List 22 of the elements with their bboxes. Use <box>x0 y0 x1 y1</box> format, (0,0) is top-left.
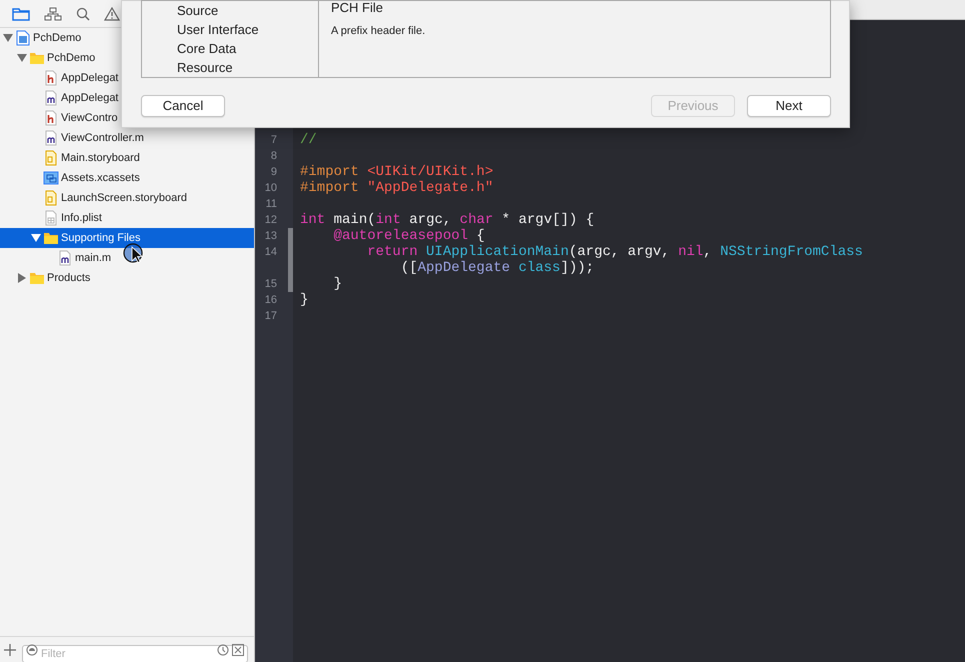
line-number: 8 <box>270 149 277 164</box>
template-description: A prefix header file. <box>331 24 426 39</box>
code-line: int main(int argc, char * argv[]) { <box>300 212 596 228</box>
line-number: 10 <box>264 181 277 196</box>
template-title: PCH File <box>331 1 384 15</box>
line-number: 14 <box>264 245 277 260</box>
code-line: #import <UIKit/UIKit.h> <box>300 164 494 180</box>
line-number: 11 <box>266 197 277 212</box>
line-number: 16 <box>264 293 277 308</box>
code-line: return UIApplicationMain(argc, argv, nil, NSStringFromClass <box>366 244 864 260</box>
line-number: 15 <box>264 277 277 292</box>
code-line: // <box>300 132 318 148</box>
line-number: 7 <box>270 133 277 148</box>
code-line: } <box>332 276 344 292</box>
code-line: #import "AppDelegate.h" <box>300 180 494 196</box>
code-line: ([AppDelegate class])); <box>400 260 596 276</box>
code-line: } <box>300 292 310 308</box>
line-number: 9 <box>270 165 277 180</box>
line-number: 13 <box>264 229 277 244</box>
code-line: @autoreleasepool { <box>332 228 486 244</box>
line-number: 12 <box>264 213 277 228</box>
line-number: 17 <box>264 309 277 324</box>
